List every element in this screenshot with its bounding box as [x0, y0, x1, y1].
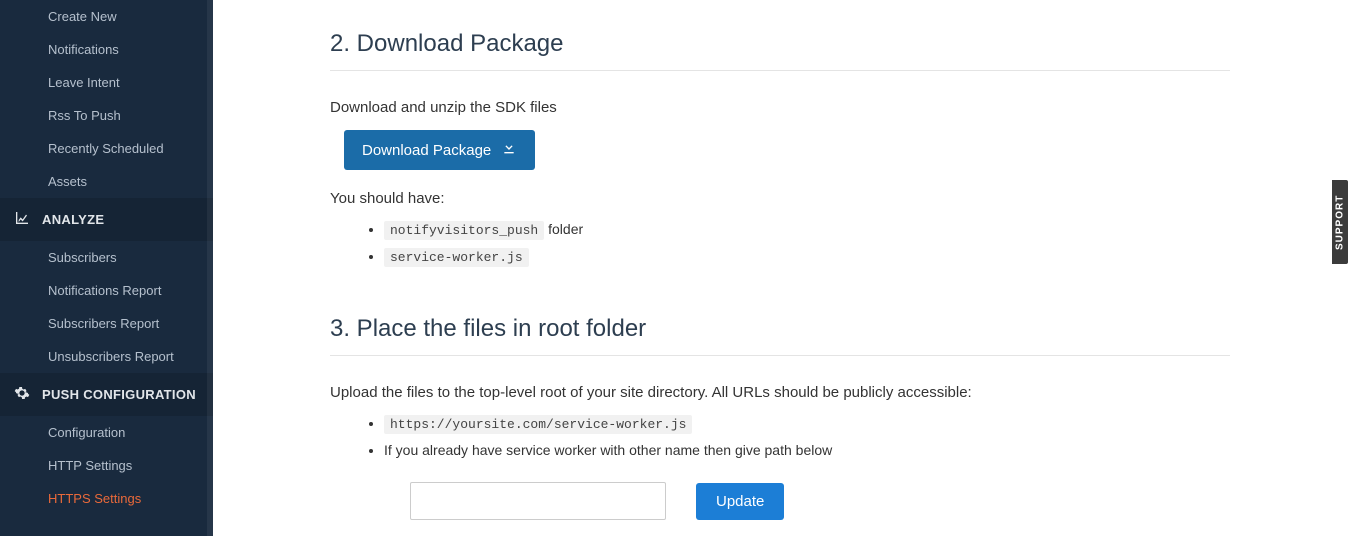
code-url: https://yoursite.com/service-worker.js [384, 415, 692, 434]
sidebar-item-subscribers[interactable]: Subscribers [0, 241, 213, 274]
button-label: Download Package [362, 142, 491, 159]
main-content: 2. Download Package Download and unzip t… [240, 0, 1320, 536]
support-tab[interactable]: SUPPORT [1332, 180, 1348, 264]
update-button[interactable]: Update [696, 483, 784, 520]
sidebar-item-create-new[interactable]: Create New [0, 0, 213, 33]
sidebar-item-recently-scheduled[interactable]: Recently Scheduled [0, 132, 213, 165]
sidebar-header-label: PUSH CONFIGURATION [42, 387, 196, 402]
should-have-text: You should have: [330, 190, 1230, 207]
section-intro: Upload the files to the top-level root o… [330, 384, 1230, 401]
gear-icon [14, 385, 30, 404]
sidebar-header-label: ANALYZE [42, 212, 104, 227]
service-worker-path-input[interactable] [410, 482, 666, 520]
section-place-files: 3. Place the files in root folder Upload… [330, 315, 1230, 520]
sidebar-item-https-settings[interactable]: HTTPS Settings [0, 482, 213, 515]
file-list: notifyvisitors_push folder service-worke… [330, 221, 1230, 265]
code-file: notifyvisitors_push [384, 221, 544, 240]
section-intro: Download and unzip the SDK files [330, 99, 1230, 116]
list-item: If you already have service worker with … [384, 442, 1230, 458]
sidebar-item-unsubscribers-report[interactable]: Unsubscribers Report [0, 340, 213, 373]
sidebar-item-http-settings[interactable]: HTTP Settings [0, 449, 213, 482]
download-icon [501, 140, 517, 160]
place-list: https://yoursite.com/service-worker.js I… [330, 415, 1230, 458]
download-package-button[interactable]: Download Package [344, 130, 535, 170]
sidebar: Create New Notifications Leave Intent Rs… [0, 0, 213, 536]
list-item: https://yoursite.com/service-worker.js [384, 415, 1230, 432]
list-item: service-worker.js [384, 248, 1230, 265]
sidebar-item-notifications[interactable]: Notifications [0, 33, 213, 66]
section-download-package: 2. Download Package Download and unzip t… [330, 30, 1230, 265]
chart-line-icon [14, 210, 30, 229]
list-item: notifyvisitors_push folder [384, 221, 1230, 238]
sidebar-item-notifications-report[interactable]: Notifications Report [0, 274, 213, 307]
section-title: 3. Place the files in root folder [330, 315, 1230, 356]
suffix-text: folder [548, 221, 583, 237]
code-file: service-worker.js [384, 248, 529, 267]
sidebar-item-leave-intent[interactable]: Leave Intent [0, 66, 213, 99]
sidebar-header-analyze[interactable]: ANALYZE [0, 198, 213, 241]
sidebar-item-assets[interactable]: Assets [0, 165, 213, 198]
service-worker-path-row: Update [410, 482, 1230, 520]
sidebar-header-push-config[interactable]: PUSH CONFIGURATION [0, 373, 213, 416]
sidebar-item-subscribers-report[interactable]: Subscribers Report [0, 307, 213, 340]
sidebar-scrollbar[interactable] [207, 0, 213, 536]
sidebar-item-rss-to-push[interactable]: Rss To Push [0, 99, 213, 132]
section-title: 2. Download Package [330, 30, 1230, 71]
sidebar-item-configuration[interactable]: Configuration [0, 416, 213, 449]
